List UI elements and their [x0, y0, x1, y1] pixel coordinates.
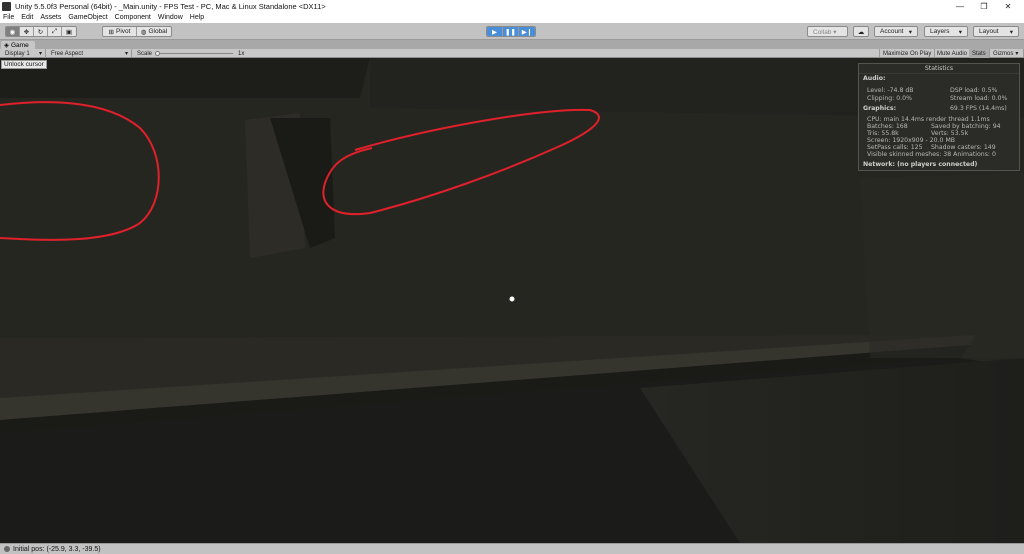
crosshair-dot	[509, 296, 515, 302]
main-toolbar: ◉ ✥ ↻ ⤢ ▣ ⊞ Pivot ◍ Global ▶ ❚❚ ▶❙ Collab …	[0, 23, 1024, 40]
minimize-button[interactable]: —	[948, 0, 972, 12]
window-title: Unity 5.5.0f3 Personal (64bit) - _Main.u…	[15, 1, 326, 11]
layout-button[interactable]: Layout ▾	[973, 26, 1019, 37]
menu-file[interactable]: File	[3, 14, 14, 21]
chevron-down-icon: ▾	[1009, 28, 1013, 36]
pivot-label: Pivot	[116, 28, 131, 35]
status-bar: Initial pos: (-25.9, 3.3, -39.5)	[0, 543, 1024, 554]
scale-tool-icon[interactable]: ⤢	[48, 27, 62, 36]
playback-controls: ▶ ❚❚ ▶❙	[486, 26, 536, 37]
chevron-down-icon: ▾	[124, 51, 128, 57]
verts-readout: Verts: 53.5k	[931, 130, 969, 137]
menu-bar: File Edit Assets GameObject Component Wi…	[0, 12, 1024, 23]
chevron-down-icon: ▾	[38, 51, 42, 57]
title-bar: Unity 5.5.0f3 Personal (64bit) - _Main.u…	[0, 0, 1024, 12]
statistics-panel: Statistics Audio: Level: -74.8 dB DSP lo…	[858, 63, 1020, 171]
global-label: Global	[148, 28, 168, 35]
skinned-meshes-readout: Visible skinned meshes: 38 Animations: 0	[867, 151, 996, 158]
scale-slider-track[interactable]	[155, 53, 233, 54]
fps-readout: 69.3 FPS (14.4ms)	[950, 105, 1007, 112]
menu-help[interactable]: Help	[190, 14, 204, 21]
maximize-on-play-toggle[interactable]: Maximize On Play	[879, 49, 936, 58]
dsp-load: DSP load: 0.5%	[950, 87, 998, 94]
global-button[interactable]: ◍ Global	[137, 27, 171, 36]
pause-icon[interactable]: ❚❚	[503, 27, 519, 36]
tris-readout: Tris: 55.8k	[867, 130, 899, 137]
shadow-casters-readout: Shadow casters: 149	[931, 144, 996, 151]
transform-tools: ◉ ✥ ↻ ⤢ ▣	[5, 26, 77, 37]
rect-tool-icon[interactable]: ▣	[62, 27, 76, 36]
gizmos-button[interactable]: Gizmos ▾	[990, 49, 1024, 58]
scale-slider-handle[interactable]	[155, 51, 160, 56]
mute-audio-toggle[interactable]: Mute Audio	[934, 49, 972, 58]
layers-button[interactable]: Layers ▾	[924, 26, 968, 37]
aspect-select[interactable]: Free Aspect ▾	[48, 49, 132, 58]
chevron-down-icon: ▾	[908, 28, 912, 36]
stats-toggle[interactable]: Stats	[969, 49, 990, 58]
batches-readout: Batches: 168	[867, 123, 908, 130]
pivot-button[interactable]: ⊞ Pivot	[103, 27, 137, 36]
move-tool-icon[interactable]: ✥	[20, 27, 34, 36]
status-message[interactable]: Initial pos: (-25.9, 3.3, -39.5)	[13, 546, 101, 553]
statistics-title: Statistics	[859, 64, 1019, 74]
unity-logo-icon	[2, 1, 11, 11]
ceiling-shadow	[0, 58, 370, 98]
collab-button[interactable]: Collab ▾	[807, 26, 848, 37]
unlock-cursor-button[interactable]: Unlock cursor	[1, 60, 47, 69]
tab-game[interactable]: ◈ Game	[1, 41, 35, 49]
screen-readout: Screen: 1920x909 - 20.0 MB	[867, 137, 956, 144]
game-view-controls: Display 1 ▾ Free Aspect ▾ Scale 1x Maximiz…	[0, 49, 1024, 58]
cloud-icon[interactable]: ☁	[853, 26, 869, 37]
wall-texture	[860, 173, 1024, 358]
globe-icon: ◍	[140, 28, 147, 36]
cpu-readout: CPU: main 14.4ms render thread 1.1ms	[867, 116, 990, 123]
layout-label: Layout	[979, 28, 999, 35]
gizmos-label: Gizmos	[993, 50, 1014, 57]
restore-button[interactable]: ❐	[972, 0, 996, 12]
chevron-down-icon: ▾	[958, 28, 962, 36]
network-readout: Network: (no players connected)	[863, 161, 978, 168]
setpass-readout: SetPass calls: 125	[867, 144, 923, 151]
close-button[interactable]: ✕	[996, 0, 1020, 12]
audio-heading: Audio:	[863, 75, 886, 82]
menu-gameobject[interactable]: GameObject	[68, 14, 107, 21]
layers-label: Layers	[930, 28, 950, 35]
window-controls: — ❐ ✕	[948, 0, 1020, 12]
rotate-tool-icon[interactable]: ↻	[34, 27, 48, 36]
aspect-label: Free Aspect	[51, 50, 84, 57]
display-label: Display 1	[5, 50, 30, 57]
display-select[interactable]: Display 1 ▾	[2, 49, 46, 58]
info-icon	[4, 546, 10, 552]
scale-label: Scale	[137, 50, 153, 57]
pivot-group: ⊞ Pivot ◍ Global	[102, 26, 172, 37]
chevron-down-icon: ▾	[1015, 51, 1019, 57]
game-controller-icon: ◈	[4, 42, 9, 49]
step-icon[interactable]: ▶❙	[519, 27, 535, 36]
tab-game-label: Game	[11, 41, 29, 49]
scale-value: 1x	[238, 50, 245, 57]
game-tab-bar: ◈ Game	[0, 40, 1024, 49]
menu-edit[interactable]: Edit	[21, 14, 33, 21]
account-button[interactable]: Account ▾	[874, 26, 918, 37]
saved-batching-readout: Saved by batching: 94	[931, 123, 1001, 130]
account-label: Account	[880, 28, 904, 35]
graphics-heading: Graphics:	[863, 105, 897, 112]
menu-assets[interactable]: Assets	[40, 14, 61, 21]
pivot-icon: ⊞	[108, 28, 114, 36]
hand-tool-icon[interactable]: ◉	[6, 27, 20, 36]
play-icon[interactable]: ▶	[487, 27, 503, 36]
menu-component[interactable]: Component	[115, 14, 151, 21]
stream-load: Stream load: 0.0%	[950, 95, 1008, 102]
audio-clipping: Clipping: 0.0%	[867, 95, 912, 102]
menu-window[interactable]: Window	[158, 14, 183, 21]
audio-level: Level: -74.8 dB	[867, 87, 914, 94]
